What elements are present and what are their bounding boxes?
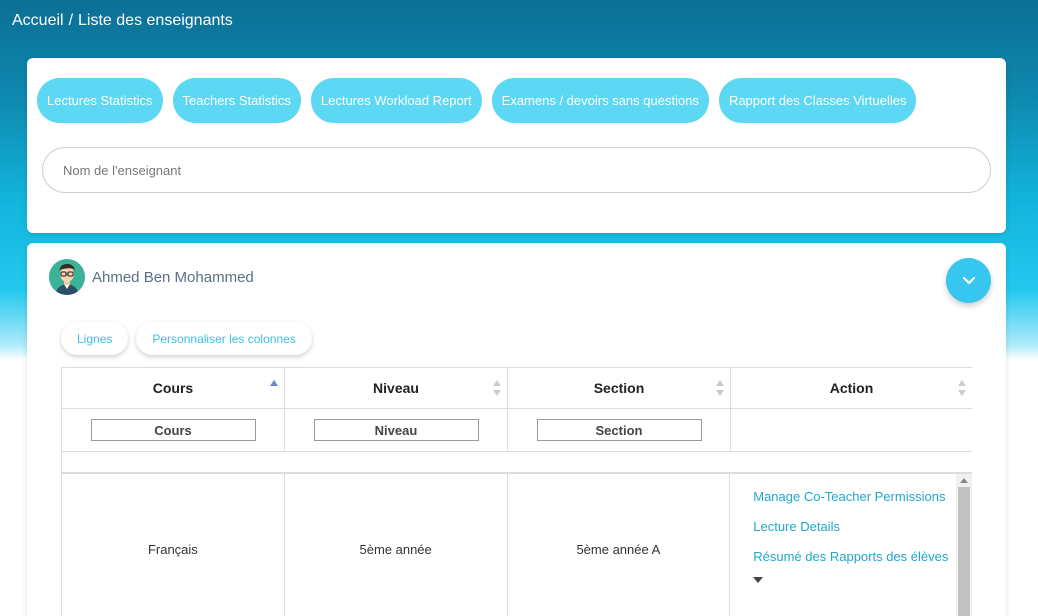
column-header-label: Cours	[152, 380, 194, 396]
lectures-workload-report-button[interactable]: Lectures Workload Report	[310, 78, 482, 123]
table-toolbar: Lignes Personnaliser les colonnes	[61, 322, 312, 355]
scroll-up-arrow-icon[interactable]	[960, 478, 968, 483]
students-reports-summary-link[interactable]: Résumé des Rapports des élèves	[753, 549, 972, 564]
breadcrumb: Accueil / Liste des enseignants	[12, 12, 233, 30]
table-row: Français 5ème année 5ème année A Manage …	[61, 474, 972, 616]
virtual-classes-report-button[interactable]: Rapport des Classes Virtuelles	[718, 78, 917, 123]
niveau-filter-input[interactable]	[313, 419, 479, 441]
sort-icon	[493, 380, 501, 396]
courses-table: Cours Niveau Section Action Cours Niveau…	[61, 367, 972, 616]
exams-without-questions-button[interactable]: Examens / devoirs sans questions	[491, 78, 709, 123]
column-header-label: Niveau	[373, 380, 419, 396]
scroll-thumb[interactable]	[958, 487, 970, 616]
column-header-section[interactable]: Section	[507, 368, 730, 408]
sort-icon	[958, 380, 966, 396]
lecture-details-link[interactable]: Lecture Details	[753, 519, 972, 534]
table-header-row: Cours Niveau Section Action	[61, 367, 972, 409]
customize-columns-button[interactable]: Personnaliser les colonnes	[136, 322, 312, 355]
teacher-card: Ahmed Ben Mohammed Lignes Personnaliser …	[27, 243, 1006, 616]
breadcrumb-home-link[interactable]: Accueil	[12, 12, 64, 29]
cell-actions: Manage Co-Teacher Permissions Lecture De…	[730, 474, 972, 616]
table-spacer	[61, 452, 972, 474]
rows-button[interactable]: Lignes	[61, 322, 129, 355]
filter-card: Lectures Statistics Teachers Statistics …	[27, 58, 1006, 233]
breadcrumb-separator: /	[68, 12, 74, 29]
chevron-down-icon	[962, 276, 975, 285]
column-header-label: Section	[593, 380, 645, 396]
filter-cell	[284, 409, 507, 451]
section-filter-input[interactable]	[536, 419, 702, 441]
lectures-statistics-button[interactable]: Lectures Statistics	[37, 78, 163, 123]
cell-niveau: 5ème année	[285, 474, 508, 616]
teachers-statistics-button[interactable]: Teachers Statistics	[172, 78, 301, 123]
sort-icon	[716, 380, 724, 396]
sort-ascending-icon	[270, 380, 278, 386]
column-header-cours[interactable]: Cours	[61, 368, 284, 408]
cell-section: 5ème année A	[508, 474, 731, 616]
teacher-name-search-input[interactable]	[42, 147, 991, 193]
more-actions-caret-icon[interactable]	[753, 577, 764, 583]
column-header-action[interactable]: Action	[730, 368, 972, 408]
manage-co-teacher-permissions-link[interactable]: Manage Co-Teacher Permissions	[753, 489, 972, 504]
report-buttons: Lectures Statistics Teachers Statistics …	[37, 78, 917, 123]
table-filter-row	[61, 409, 972, 452]
column-header-label: Action	[829, 380, 874, 396]
cell-cours: Français	[62, 474, 285, 616]
filter-cell	[61, 409, 284, 451]
column-header-niveau[interactable]: Niveau	[284, 368, 507, 408]
avatar-man-icon	[49, 259, 85, 295]
collapse-toggle-button[interactable]	[946, 258, 991, 303]
actions-scrollbar[interactable]	[956, 474, 972, 616]
cours-filter-input[interactable]	[90, 419, 256, 441]
filter-cell	[507, 409, 730, 451]
breadcrumb-current: Liste des enseignants	[78, 12, 233, 29]
filter-cell-empty	[730, 409, 972, 451]
teacher-name: Ahmed Ben Mohammed	[92, 269, 254, 286]
